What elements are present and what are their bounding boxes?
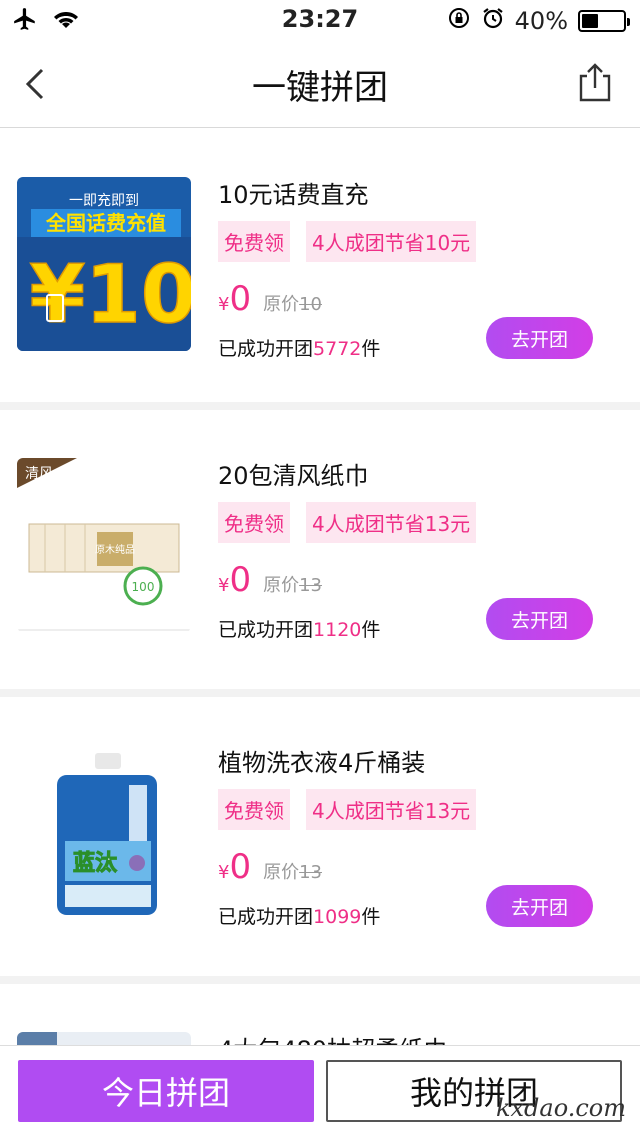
battery-level <box>582 14 598 28</box>
sold-info: 已成功开团1099件 <box>218 902 380 929</box>
product-card[interactable]: 一即充即到 全国话费充值 ¥10 10元话费直充 免费领 4人成团节省10元 ¥… <box>0 129 640 410</box>
original-price: 13 <box>299 862 322 883</box>
sold-info: 已成功开团5772件 <box>218 334 380 361</box>
open-group-button[interactable]: 去开团 <box>486 317 593 359</box>
sold-prefix: 已成功开团 <box>218 338 314 360</box>
tag-save: 4人成团节省10元 <box>306 221 477 262</box>
nav-bar: 一键拼团 <box>0 40 640 128</box>
price: 0 <box>229 279 252 319</box>
original-price: 10 <box>299 294 322 315</box>
sold-suffix: 件 <box>361 906 381 928</box>
open-group-button[interactable]: 去开团 <box>486 885 593 927</box>
sold-suffix: 件 <box>361 338 381 360</box>
product-tags: 免费领 4人成团节省13元 <box>218 789 477 830</box>
price-row: ¥ 0 原价 13 <box>218 847 322 887</box>
svg-text:100: 100 <box>132 580 155 594</box>
price: 0 <box>229 847 252 887</box>
product-image: 蓝汰 <box>17 745 191 919</box>
svg-text:原木纯品: 原木纯品 <box>95 543 135 556</box>
currency-symbol: ¥ <box>218 294 230 315</box>
share-icon[interactable] <box>578 62 612 102</box>
alarm-icon <box>481 6 505 36</box>
status-right: 40% <box>447 6 630 36</box>
product-title[interactable]: 植物洗衣液4斤桶装 <box>218 743 425 778</box>
tag-save: 4人成团节省13元 <box>306 502 477 543</box>
sold-count: 1099 <box>313 906 362 928</box>
svg-text:清风: 清风 <box>25 466 53 482</box>
product-image: 一即充即到 全国话费充值 ¥10 <box>17 177 191 351</box>
product-tags: 免费领 4人成团节省13元 <box>218 502 477 543</box>
product-title[interactable]: 10元话费直充 <box>218 175 369 210</box>
bottom-tab-bar: 今日拼团 我的拼团 <box>0 1045 640 1136</box>
price: 0 <box>229 560 252 600</box>
sold-count: 1120 <box>313 619 362 641</box>
rotation-lock-icon <box>447 6 471 36</box>
tag-save: 4人成团节省13元 <box>306 789 477 830</box>
sold-suffix: 件 <box>361 619 381 641</box>
watermark: kxdao.com <box>495 1094 626 1122</box>
sold-prefix: 已成功开团 <box>218 906 314 928</box>
tab-today-group[interactable]: 今日拼团 <box>18 1060 314 1122</box>
product-image: 清风 原木纯品 100 <box>17 458 191 632</box>
product-card[interactable]: 蓝汰 植物洗衣液4斤桶装 免费领 4人成团节省13元 ¥ 0 原价 13 已成功… <box>0 697 640 984</box>
price-row: ¥ 0 原价 13 <box>218 560 322 600</box>
product-card[interactable]: 清风 原木纯品 100 20包清风纸巾 免费领 4人成团节省13元 ¥ 0 原价… <box>0 410 640 697</box>
price-row: ¥ 0 原价 10 <box>218 279 322 319</box>
svg-text:蓝汰: 蓝汰 <box>73 851 118 876</box>
original-price-label: 原价 <box>263 294 300 315</box>
tag-free: 免费领 <box>218 221 290 262</box>
page-title: 一键拼团 <box>252 68 388 108</box>
status-bar: 23:27 40% <box>0 0 640 40</box>
currency-symbol: ¥ <box>218 575 230 596</box>
original-price: 13 <box>299 575 322 596</box>
product-title[interactable]: 20包清风纸巾 <box>218 456 369 491</box>
sold-info: 已成功开团1120件 <box>218 615 380 642</box>
battery-icon <box>578 10 630 32</box>
battery-percent: 40% <box>514 7 568 35</box>
tag-free: 免费领 <box>218 789 290 830</box>
original-price-label: 原价 <box>263 575 300 596</box>
product-tags: 免费领 4人成团节省10元 <box>218 221 477 262</box>
currency-symbol: ¥ <box>218 862 230 883</box>
product-list: 一即充即到 全国话费充值 ¥10 10元话费直充 免费领 4人成团节省10元 ¥… <box>0 129 640 1104</box>
screen: 23:27 40% 一键拼团 一即充即到 全国话费充值 ¥10 10元话费直充 … <box>0 0 640 1136</box>
open-group-button[interactable]: 去开团 <box>486 598 593 640</box>
svg-text:全国话费充值: 全国话费充值 <box>45 211 166 235</box>
original-price-label: 原价 <box>263 862 300 883</box>
sold-prefix: 已成功开团 <box>218 619 314 641</box>
tag-free: 免费领 <box>218 502 290 543</box>
sold-count: 5772 <box>313 338 362 360</box>
svg-text:一即充即到: 一即充即到 <box>69 193 139 209</box>
